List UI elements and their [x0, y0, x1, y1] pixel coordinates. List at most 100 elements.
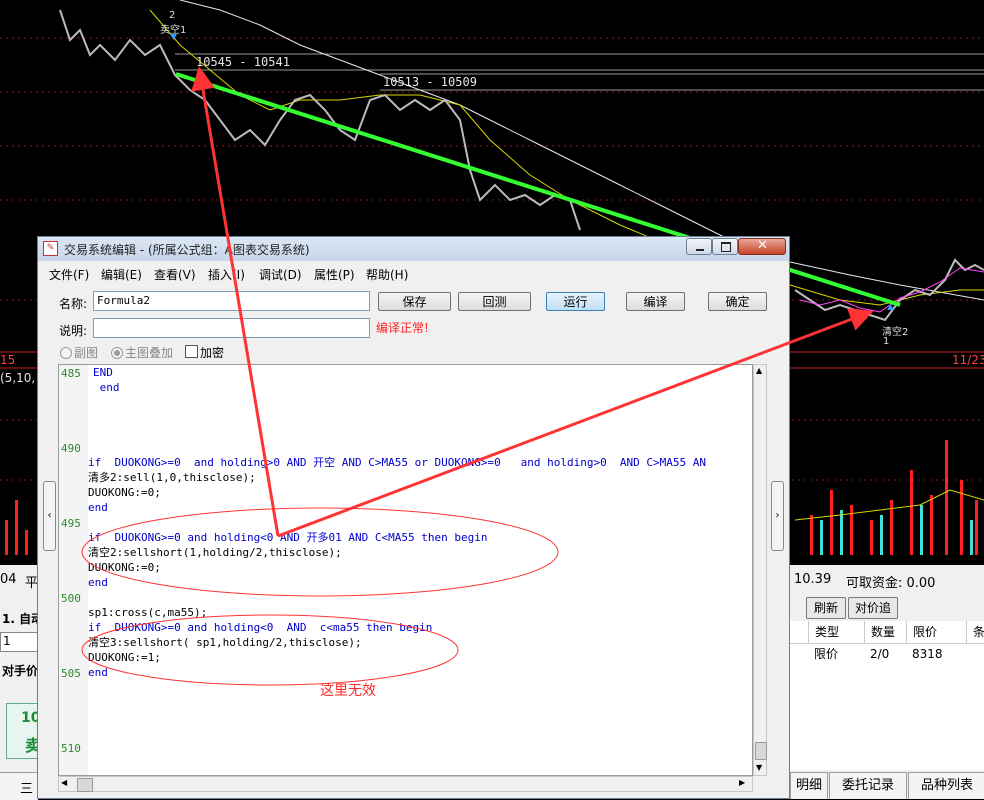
name-field[interactable]: Formula2	[93, 291, 370, 311]
code-line: end	[93, 381, 120, 394]
price-label-2: 10513 - 10509	[383, 75, 477, 89]
code-line: DUOKONG:=1;	[88, 651, 161, 664]
left-qty-field[interactable]: 1	[0, 632, 38, 652]
tab-products[interactable]: 品种列表	[908, 772, 984, 799]
balance-fragment: 10.39	[794, 572, 832, 587]
col-limit[interactable]: 限价	[906, 621, 966, 643]
sell-short-marker-num: 2	[169, 10, 176, 21]
code-line: end	[88, 501, 108, 514]
line-number-505: 505	[61, 667, 81, 680]
formula-editor-window: ✎ 交易系统编辑 - (所属公式组：A图表交易系统) ✕ 文件(F) 编辑(E)…	[37, 236, 790, 799]
row-limit: 8318	[912, 647, 943, 661]
price-label-1: 10545 - 10541	[196, 55, 290, 69]
compile-status: 编译正常!	[376, 321, 429, 335]
menu-properties[interactable]: 属性(P)	[314, 266, 355, 283]
line-number-500: 500	[61, 592, 81, 605]
tab-details[interactable]: 明细	[790, 772, 828, 799]
code-horizontal-scrollbar[interactable]: ◀ ▶	[58, 776, 753, 792]
backtest-button[interactable]: 回测	[458, 292, 531, 311]
scroll-right-icon[interactable]: ▶	[739, 778, 745, 787]
menu-edit[interactable]: 编辑(E)	[101, 266, 142, 283]
scroll-left-icon[interactable]: ◀	[61, 778, 67, 787]
encrypt-label: 加密	[200, 346, 225, 360]
code-line: 清多2:sell(1,0,thisclose);	[88, 471, 256, 484]
code-line: 清空3:sellshort( sp1,holding/2,thisclose);	[88, 636, 362, 649]
overlay-label: 主图叠加	[125, 346, 174, 360]
menu-bar: 文件(F) 编辑(E) 查看(V) 插入(I) 调试(D) 属性(P) 帮助(H…	[38, 263, 789, 285]
col-type[interactable]: 类型	[808, 621, 864, 643]
code-line: sp1:cross(c,ma55);	[88, 606, 208, 619]
cover-marker-num: 1	[883, 336, 890, 347]
ok-button[interactable]: 确定	[708, 292, 767, 311]
left-qty-value: 1	[3, 634, 11, 648]
hscroll-thumb[interactable]	[77, 778, 93, 792]
ma-params-label: (5,10,	[0, 371, 36, 385]
minimize-icon	[696, 249, 704, 251]
menu-view[interactable]: 查看(V)	[154, 266, 196, 283]
sell-short-marker-label: 卖空1	[160, 25, 187, 36]
scroll-up-icon[interactable]: ▲	[756, 366, 762, 375]
menu-file[interactable]: 文件(F)	[49, 266, 89, 283]
left-frag-price: 对手价	[2, 664, 39, 678]
maximize-button[interactable]	[712, 238, 738, 255]
row-qty: 2/0	[870, 647, 890, 661]
name-label: 名称:	[59, 297, 88, 311]
left-trade-panel: 04 平 1. 自动 1 对手价 10 卖 三	[0, 565, 43, 800]
save-button[interactable]: 保存	[378, 292, 451, 311]
code-editor[interactable]: 485 490 495 500 505 510 END end if DUOKO…	[58, 364, 753, 776]
close-icon: ✕	[757, 238, 768, 253]
chase-price-button[interactable]: 对价追	[848, 597, 898, 619]
title-bar[interactable]: ✎ 交易系统编辑 - (所属公式组：A图表交易系统) ✕	[38, 237, 789, 261]
overlay-radio[interactable]	[111, 347, 123, 359]
code-line: DUOKONG:=0;	[88, 486, 161, 499]
date-label-left: 15	[0, 353, 16, 367]
code-line: if DUOKONG>=0 and holding>0 AND 开空 AND C…	[88, 456, 707, 469]
code-line: if DUOKONG>=0 and holding<0 AND 开多01 AND…	[88, 531, 488, 544]
scroll-down-icon[interactable]: ▼	[756, 763, 762, 772]
refresh-button[interactable]: 刷新	[806, 597, 846, 619]
left-scroll-handle[interactable]: ‹	[43, 481, 56, 551]
annotation-note: 这里无效	[320, 683, 376, 699]
window-title: 交易系统编辑 - (所属公式组：A图表交易系统)	[64, 243, 310, 257]
maximize-icon	[721, 242, 731, 252]
desc-label: 说明:	[59, 324, 88, 338]
col-more[interactable]: 条	[966, 621, 984, 643]
date-label-right: 11/23	[952, 353, 984, 367]
scroll-thumb[interactable]	[755, 742, 767, 760]
code-line: 清空2:sellshort(1,holding/2,thisclose);	[88, 546, 342, 559]
menu-insert[interactable]: 插入(I)	[208, 266, 245, 283]
table-body	[790, 664, 984, 770]
subchart-label: 副图	[74, 346, 99, 360]
minimize-button[interactable]	[686, 238, 712, 255]
left-frag-04: 04	[0, 572, 17, 587]
code-line: end	[88, 666, 108, 679]
run-button[interactable]: 运行	[546, 292, 605, 311]
tab-orders[interactable]: 委托记录	[829, 772, 907, 799]
code-line: DUOKONG:=0;	[88, 561, 161, 574]
row-type: 限价	[814, 647, 839, 661]
app-icon: ✎	[43, 241, 58, 256]
line-number-485: 485	[61, 367, 81, 380]
desc-field[interactable]	[93, 318, 370, 338]
compile-button[interactable]: 编译	[626, 292, 685, 311]
line-number-490: 490	[61, 442, 81, 455]
encrypt-checkbox[interactable]	[185, 345, 198, 358]
col-qty[interactable]: 数量	[864, 621, 906, 643]
subchart-radio[interactable]	[60, 347, 72, 359]
left-tab[interactable]: 三	[0, 772, 38, 800]
code-line: END	[93, 366, 113, 379]
menu-help[interactable]: 帮助(H)	[366, 266, 408, 283]
right-scroll-handle[interactable]: ›	[771, 481, 784, 551]
available-funds: 可取资金: 0.00	[846, 576, 936, 591]
code-line: end	[88, 576, 108, 589]
left-tab-label: 三	[20, 782, 34, 797]
menu-debug[interactable]: 调试(D)	[259, 266, 302, 283]
code-vertical-scrollbar[interactable]: ▲ ▼	[753, 364, 767, 776]
line-gutter: 485 490 495 500 505 510	[59, 365, 88, 775]
orders-table-header: 类型 数量 限价 条	[790, 621, 984, 644]
right-trade-panel: 10.39 可取资金: 0.00 刷新 对价追 类型 数量 限价 条 限价 2/…	[790, 565, 984, 799]
code-line: if DUOKONG>=0 and holding<0 AND c<ma55 t…	[88, 621, 433, 634]
close-button[interactable]: ✕	[738, 238, 786, 255]
line-number-510: 510	[61, 742, 81, 755]
table-row[interactable]: 限价 2/0 8318	[790, 644, 984, 664]
